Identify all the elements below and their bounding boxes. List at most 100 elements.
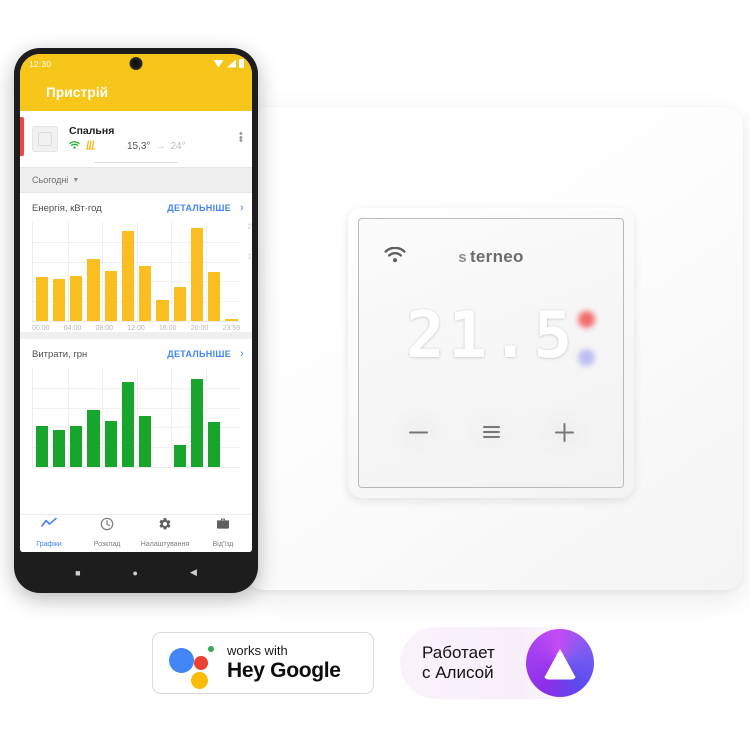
wifi-icon (69, 141, 80, 151)
nav-item-schedule[interactable]: Розклад (78, 517, 136, 551)
drag-handle[interactable] (94, 161, 178, 163)
cost-plot (32, 368, 240, 468)
device-thumbnail (32, 125, 58, 152)
bar (121, 230, 134, 321)
cost-chart-title: Витрати, грн (32, 348, 88, 360)
energy-details-label: ДЕТАЛЬНІШЕ (167, 203, 232, 213)
alice-badge-text: Работает с Алисой (422, 643, 495, 684)
bar (52, 430, 65, 467)
kebab-menu-icon[interactable]: • • • (239, 129, 243, 146)
nav-item-charts[interactable]: Графіки (20, 517, 78, 551)
device-card[interactable]: Спальня 15,3° → 24° • • • (20, 111, 252, 167)
bar (139, 415, 152, 467)
brand-logo: s terneo (359, 247, 623, 267)
cost-plot-wrap (20, 368, 252, 468)
period-label: Сьогодні (32, 175, 69, 185)
triangle-back-icon[interactable]: ◀ (190, 567, 197, 578)
bar (35, 276, 48, 321)
battery-icon (239, 59, 244, 68)
touch-button-row (359, 403, 623, 461)
brand-name: terneo (469, 247, 524, 266)
energy-chart-section: Енергія, кВт·год ДЕТАЛЬНІШЕ › 261780 00:… (20, 193, 252, 332)
bottom-navigation: Графіки Розклад Налаштування Від'їзд (20, 514, 252, 552)
x-axis-tick-label: 00:00 (32, 325, 50, 332)
bar (52, 279, 65, 321)
energy-chart-header: Енергія, кВт·год ДЕТАЛЬНІШЕ › (20, 202, 252, 214)
cooling-indicator-led (578, 349, 595, 366)
google-assistant-icon (169, 642, 214, 689)
partner-badges: works with Hey Google Работает с Алисой (0, 618, 750, 708)
energy-chart-title: Енергія, кВт·год (32, 202, 102, 214)
chart-line-icon (20, 517, 78, 532)
bar-series (33, 368, 240, 467)
chevron-down-icon: ▼ (72, 176, 80, 184)
status-bar: 12:30 (20, 54, 252, 74)
increase-button[interactable] (535, 403, 593, 461)
status-bar-icons (213, 59, 244, 68)
period-selector[interactable]: Сьогодні ▼ (20, 167, 252, 193)
menu-button[interactable] (462, 403, 520, 461)
bar (87, 409, 100, 467)
heating-icon (85, 139, 96, 153)
bar-series (33, 222, 240, 321)
bar (190, 227, 203, 321)
chevron-right-icon: › (240, 202, 244, 214)
bar (190, 378, 203, 467)
heating-indicator-led (578, 311, 595, 328)
energy-plot: 261780 (32, 221, 252, 322)
x-axis-tick-label: 23:59 (222, 325, 241, 332)
bar (173, 287, 186, 321)
phone-mockup: 12:30 arrow-left-icon Пристрій Спальня (14, 48, 258, 593)
google-badge-text: works with Hey Google (227, 643, 341, 682)
nav-label-away: Від'їзд (212, 540, 234, 548)
works-with-hey-google-badge[interactable]: works with Hey Google (152, 632, 374, 694)
y-axis-tick-label: 26 (247, 221, 252, 231)
bar (70, 426, 83, 467)
thermostat-panel-frame: s terneo 21.5 (348, 208, 634, 498)
bar (35, 426, 48, 467)
works-with-alice-badge[interactable]: Работает с Алисой (400, 627, 598, 699)
clock-icon (78, 517, 136, 532)
signal-icon (227, 59, 236, 68)
decrease-button[interactable] (389, 403, 447, 461)
nav-label-settings: Налаштування (140, 540, 190, 548)
energy-details-link[interactable]: ДЕТАЛЬНІШЕ › (167, 202, 244, 214)
x-axis-tick-label: 12:00 (127, 325, 145, 332)
bar (225, 319, 238, 321)
bar (208, 271, 221, 321)
energy-plot-wrap: 261780 (20, 221, 252, 322)
square-icon[interactable]: ■ (75, 568, 80, 578)
nav-label-schedule: Розклад (93, 540, 121, 548)
wifi-icon (213, 59, 224, 68)
android-soft-keys: ■ ● ◀ (20, 552, 252, 593)
page-title: Пристрій (46, 85, 109, 100)
x-axis-tick-label: 16:00 (159, 325, 177, 332)
terneo-mark-icon: s (458, 249, 467, 266)
phone-screen: 12:30 arrow-left-icon Пристрій Спальня (20, 54, 252, 552)
current-temperature: 15,3° (127, 140, 151, 152)
chevron-right-icon: › (240, 348, 244, 360)
device-info: Спальня 15,3° → 24° (69, 125, 239, 153)
gear-icon (136, 517, 194, 532)
bar (70, 276, 83, 321)
app-bar: arrow-left-icon Пристрій (20, 74, 252, 111)
nav-item-settings[interactable]: Налаштування (136, 517, 194, 551)
menu-icon (482, 423, 500, 440)
alice-badge-line1: Работает (422, 642, 495, 662)
x-axis-tick-label: 04:00 (63, 325, 82, 332)
cost-details-link[interactable]: ДЕТАЛЬНІШЕ › (167, 348, 244, 360)
bar (173, 445, 186, 467)
x-axis-tick-label: 20:00 (190, 325, 209, 332)
bar (156, 299, 169, 321)
nav-item-away[interactable]: Від'їзд (194, 517, 252, 551)
cost-chart-section: Витрати, грн ДЕТАЛЬНІШЕ › (20, 339, 252, 468)
thermostat-device: s terneo 21.5 (246, 107, 743, 590)
camera-notch (129, 57, 143, 70)
y-axis-tick-label: 17 (247, 251, 252, 261)
cost-chart-header: Витрати, грн ДЕТАЛЬНІШЕ › (20, 348, 252, 360)
cost-details-label: ДЕТАЛЬНІШЕ (167, 349, 232, 359)
bar (87, 259, 100, 321)
circle-icon[interactable]: ● (133, 568, 138, 578)
bar (104, 421, 117, 467)
bar (208, 422, 221, 467)
